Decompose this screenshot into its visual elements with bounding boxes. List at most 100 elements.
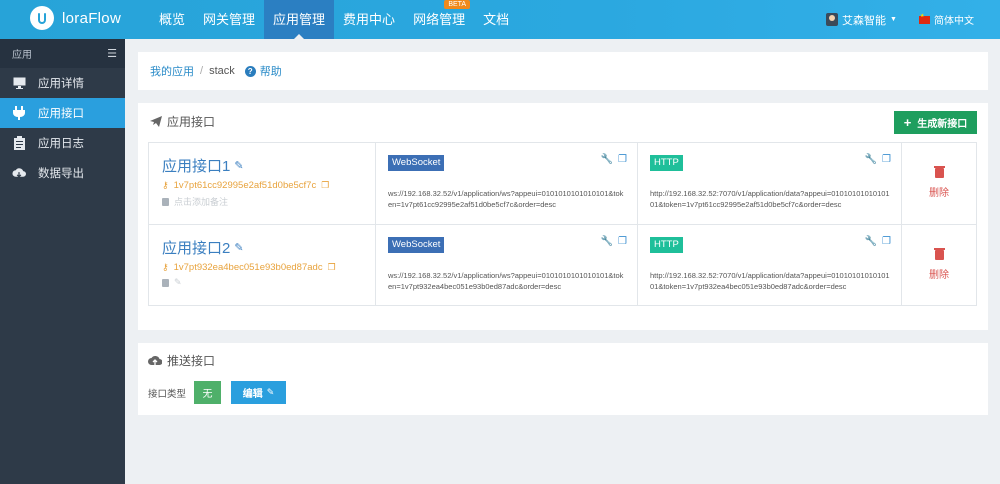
push-interface-panel: 推送接口 接口类型 无 编辑 ✎: [138, 343, 988, 415]
app-logo[interactable]: loraFlow: [30, 6, 121, 30]
push-type-row: 接口类型 无 编辑 ✎: [148, 381, 287, 404]
key-icon: ⚷: [162, 180, 169, 190]
websocket-cell: WebSocket 🔧 ❐ ws://192.168.32.52/v1/appl…: [376, 225, 638, 305]
breadcrumb-my-apps[interactable]: 我的应用: [150, 63, 194, 79]
edit-pencil-icon[interactable]: ✎: [234, 241, 243, 254]
note-pencil-icon[interactable]: ✎: [174, 277, 182, 288]
table-row: 应用接口1 ✎ ⚷ 1v7pt61cc92995e2af51d0be5cf7c …: [149, 143, 976, 224]
monitor-icon: [12, 76, 26, 90]
avatar: [826, 13, 838, 26]
edit-pencil-icon[interactable]: ✎: [234, 159, 243, 172]
delete-button[interactable]: 删除: [902, 143, 976, 224]
main-nav: 概览 网关管理 应用管理 费用中心 网络管理 BETA 文档: [150, 0, 518, 39]
nav-item-overview[interactable]: 概览: [150, 0, 194, 39]
websocket-url: ws://192.168.32.52/v1/application/ws?app…: [388, 271, 624, 291]
interface-type-label: 接口类型: [148, 388, 187, 400]
section-title: 应用接口: [150, 113, 215, 130]
note-icon: [162, 278, 169, 287]
wrench-icon[interactable]: 🔧: [601, 154, 613, 165]
section-title-text: 推送接口: [167, 354, 216, 368]
language-label: 简体中文: [934, 16, 974, 27]
nav-item-billing[interactable]: 费用中心: [334, 0, 404, 39]
help-label: 帮助: [259, 66, 282, 78]
websocket-cell: WebSocket 🔧 ❐ ws://192.168.32.52/v1/appl…: [376, 143, 638, 224]
http-cell: HTTP 🔧 ❐ http://192.168.32.52:7070/v1/ap…: [638, 143, 902, 224]
copy-icon[interactable]: ❐: [882, 154, 891, 165]
user-menu[interactable]: 艾森智能 ▼: [826, 0, 897, 39]
copy-icon[interactable]: ❐: [328, 262, 336, 273]
wrench-icon[interactable]: 🔧: [865, 154, 877, 165]
copy-icon[interactable]: ❐: [882, 236, 891, 247]
cell-tools: 🔧 ❐: [601, 236, 627, 247]
interface-type-value[interactable]: 无: [194, 381, 222, 404]
http-cell: HTTP 🔧 ❐ http://192.168.32.52:7070/v1/ap…: [638, 225, 902, 305]
top-navbar: loraFlow 概览 网关管理 应用管理 费用中心 网络管理 BETA 文档 …: [0, 0, 1000, 39]
sidebar-item-app-logs[interactable]: 应用日志: [0, 128, 125, 158]
beta-badge: BETA: [444, 0, 471, 9]
question-circle-icon: ?: [244, 65, 256, 77]
key-icon: ⚷: [162, 262, 169, 272]
sidebar-item-app-details[interactable]: 应用详情: [0, 68, 125, 98]
delete-button[interactable]: 删除: [902, 225, 976, 305]
breadcrumb-separator: /: [200, 65, 204, 77]
sidebar-item-app-interfaces[interactable]: 应用接口: [0, 98, 125, 128]
http-tag: HTTP: [650, 237, 683, 253]
nav-item-network[interactable]: 网络管理 BETA: [404, 0, 474, 39]
cell-tools: 🔧 ❐: [865, 236, 891, 247]
http-url: http://192.168.32.52:7070/v1/application…: [650, 189, 890, 209]
nav-item-network-label: 网络管理: [413, 12, 466, 27]
copy-icon[interactable]: ❐: [618, 154, 627, 165]
interface-name-cell: 应用接口1 ✎ ⚷ 1v7pt61cc92995e2af51d0be5cf7c …: [149, 143, 376, 224]
interface-note[interactable]: 点击添加备注: [162, 195, 375, 208]
clipboard-icon: [12, 136, 26, 150]
app-interfaces-panel: 应用接口 + 生成新接口 应用接口1 ✎ ⚷ 1v7pt61cc92995e2a…: [138, 103, 988, 330]
breadcrumb: 我的应用 / stack ? 帮助: [138, 52, 988, 90]
token-text: 1v7pt61cc92995e2af51d0be5cf7c: [173, 180, 317, 191]
table-row: 应用接口2 ✎ ⚷ 1v7pt932ea4bec051e93b0ed87adc …: [149, 224, 976, 305]
wrench-icon[interactable]: 🔧: [865, 236, 877, 247]
wrench-icon[interactable]: 🔧: [601, 236, 613, 247]
edit-label: 编辑: [242, 389, 263, 400]
nav-item-gateway[interactable]: 网关管理: [194, 0, 264, 39]
edit-icon: ✎: [266, 387, 275, 397]
sidebar: 应用 ☰ 应用详情 应用接口 应用日志 数据导出: [0, 39, 125, 484]
delete-label: 删除: [929, 188, 949, 199]
plus-icon: +: [903, 115, 912, 130]
trash-icon: [933, 247, 945, 260]
trash-icon: [933, 166, 945, 178]
interface-name[interactable]: 应用接口1 ✎: [162, 155, 375, 176]
cloud-upload-icon: [148, 356, 162, 365]
interface-name-cell: 应用接口2 ✎ ⚷ 1v7pt932ea4bec051e93b0ed87adc …: [149, 225, 376, 305]
language-switch[interactable]: 简体中文: [919, 0, 974, 39]
copy-icon[interactable]: ❐: [321, 180, 329, 191]
china-flag-icon: [919, 13, 930, 24]
interface-name-text: 应用接口2: [162, 240, 231, 257]
help-link[interactable]: ? 帮助: [244, 63, 282, 79]
create-interface-button[interactable]: + 生成新接口: [894, 111, 977, 134]
interfaces-table: 应用接口1 ✎ ⚷ 1v7pt61cc92995e2af51d0be5cf7c …: [148, 142, 977, 306]
copy-icon[interactable]: ❐: [618, 236, 627, 247]
sidebar-item-data-export[interactable]: 数据导出: [0, 158, 125, 188]
note-text: 点击添加备注: [174, 197, 229, 207]
user-name: 艾森智能: [842, 14, 886, 27]
sidebar-item-label: 应用日志: [38, 138, 84, 150]
app-name: loraFlow: [62, 9, 122, 27]
cell-tools: 🔧 ❐: [601, 154, 627, 165]
nav-item-docs[interactable]: 文档: [474, 0, 518, 39]
interface-name[interactable]: 应用接口2 ✎: [162, 237, 375, 258]
interface-name-text: 应用接口1: [162, 158, 231, 175]
plug-icon: [12, 106, 26, 120]
websocket-tag: WebSocket: [388, 155, 445, 171]
sidebar-item-label: 数据导出: [38, 168, 84, 180]
menu-toggle-icon[interactable]: ☰: [107, 47, 117, 60]
note-icon: [162, 197, 169, 206]
sidebar-item-label: 应用接口: [38, 108, 84, 120]
nav-item-application[interactable]: 应用管理: [264, 0, 335, 39]
delete-label: 删除: [929, 269, 949, 281]
section-title-text: 应用接口: [167, 115, 216, 129]
websocket-url: ws://192.168.32.52/v1/application/ws?app…: [388, 189, 624, 209]
interface-note[interactable]: ✎: [162, 277, 375, 288]
chevron-down-icon: ▼: [890, 16, 897, 23]
edit-button[interactable]: 编辑 ✎: [231, 381, 287, 404]
token-text: 1v7pt932ea4bec051e93b0ed87adc: [173, 262, 323, 273]
